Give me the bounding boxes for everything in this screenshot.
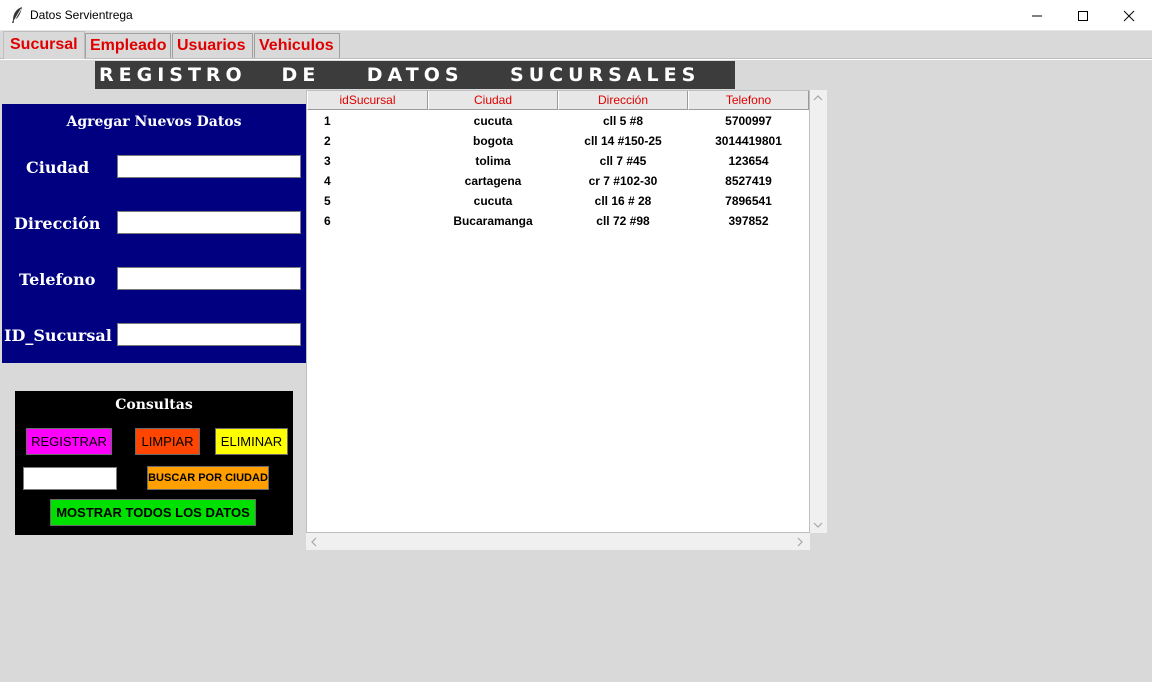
consultas-title: Consultas [115,397,193,413]
sucursales-table: idSucursal Ciudad Dirección Telefono 1 c… [306,90,810,533]
buscar-por-ciudad-button[interactable]: BUSCAR POR CIUDAD [147,466,269,490]
close-button[interactable] [1106,0,1152,31]
cell-telefono: 3014419801 [715,134,782,148]
cell-idsucursal: 3 [324,154,331,168]
tab-sucursal[interactable]: Sucursal [3,31,85,59]
scroll-left-icon[interactable] [310,537,318,550]
cell-direccion: cll 5 #8 [602,114,644,128]
cell-direccion: cll 72 #98 [596,214,650,228]
column-header-telefono[interactable]: Telefono [688,91,809,110]
cell-ciudad: cucuta [473,114,513,128]
registrar-button[interactable]: REGISTRAR [26,428,112,455]
column-header-idsucursal[interactable]: idSucursal [307,91,428,110]
minimize-icon [1032,15,1042,16]
cell-ciudad: Bucaramanga [453,214,533,228]
close-icon [1123,10,1135,21]
consultas-panel: Consultas REGISTRAR LIMPIAR ELIMINAR BUS… [15,391,293,535]
id-sucursal-input[interactable] [117,323,301,346]
cell-ciudad: tolima [475,154,511,168]
buscar-ciudad-input[interactable] [23,467,117,490]
eliminar-button[interactable]: ELIMINAR [215,428,288,455]
cell-direccion: cll 14 #150-25 [584,134,662,148]
cell-idsucursal: 5 [324,194,331,208]
cell-idsucursal: 2 [324,134,331,148]
scroll-down-icon[interactable] [813,520,823,532]
window-title: Datos Servientrega [30,8,133,22]
cell-direccion: cr 7 #102-30 [588,174,658,188]
limpiar-button[interactable]: LIMPIAR [135,428,200,455]
table-row[interactable]: 1 cucuta cll 5 #8 5700997 [307,111,809,131]
feather-icon [10,6,24,24]
cell-idsucursal: 4 [324,174,331,188]
table-row[interactable]: 6 Bucaramanga cll 72 #98 397852 [307,211,809,231]
tab-vehiculos[interactable]: Vehiculos [254,33,340,58]
cell-ciudad: cucuta [473,194,513,208]
add-data-panel: Agregar Nuevos Datos Ciudad Dirección Te… [2,104,306,363]
cell-direccion: cll 16 # 28 [594,194,652,208]
telefono-input[interactable] [117,267,301,290]
id-sucursal-label: ID_Sucursal [4,326,112,345]
ciudad-label: Ciudad [26,158,90,177]
column-header-ciudad[interactable]: Ciudad [428,91,558,110]
ciudad-input[interactable] [117,155,301,178]
minimize-button[interactable] [1014,0,1060,31]
form-title: Agregar Nuevos Datos [66,114,242,130]
table-row[interactable]: 3 tolima cll 7 #45 123654 [307,151,809,171]
table-row[interactable]: 5 cucuta cll 16 # 28 7896541 [307,191,809,211]
maximize-icon [1078,10,1088,21]
page-banner: REGISTRO DE DATOS SUCURSALES [95,61,735,89]
table-row[interactable]: 4 cartagena cr 7 #102-30 8527419 [307,171,809,191]
cell-ciudad: cartagena [464,174,522,188]
vertical-scrollbar[interactable] [810,90,827,533]
cell-telefono: 397852 [728,214,769,228]
tab-usuarios[interactable]: Usuarios [172,33,253,58]
tab-strip-divider [0,58,1152,60]
title-bar [0,0,1152,31]
telefono-label: Telefono [19,270,96,289]
cell-ciudad: bogota [473,134,513,148]
cell-telefono: 5700997 [725,114,772,128]
cell-telefono: 8527419 [725,174,772,188]
cell-telefono: 7896541 [725,194,772,208]
horizontal-scrollbar[interactable] [306,533,810,550]
cell-idsucursal: 6 [324,214,331,228]
table-row[interactable]: 2 bogota cll 14 #150-25 3014419801 [307,131,809,151]
mostrar-todos-button[interactable]: MOSTRAR TODOS LOS DATOS [50,499,256,526]
column-header-direccion[interactable]: Dirección [558,91,688,110]
tab-empleado[interactable]: Empleado [85,33,171,58]
direccion-input[interactable] [117,211,301,234]
cell-idsucursal: 1 [324,114,331,128]
cell-direccion: cll 7 #45 [599,154,647,168]
direccion-label: Dirección [14,214,101,233]
cell-telefono: 123654 [728,154,769,168]
scroll-up-icon[interactable] [813,93,823,105]
maximize-button[interactable] [1060,0,1106,31]
scroll-right-icon[interactable] [796,537,804,550]
